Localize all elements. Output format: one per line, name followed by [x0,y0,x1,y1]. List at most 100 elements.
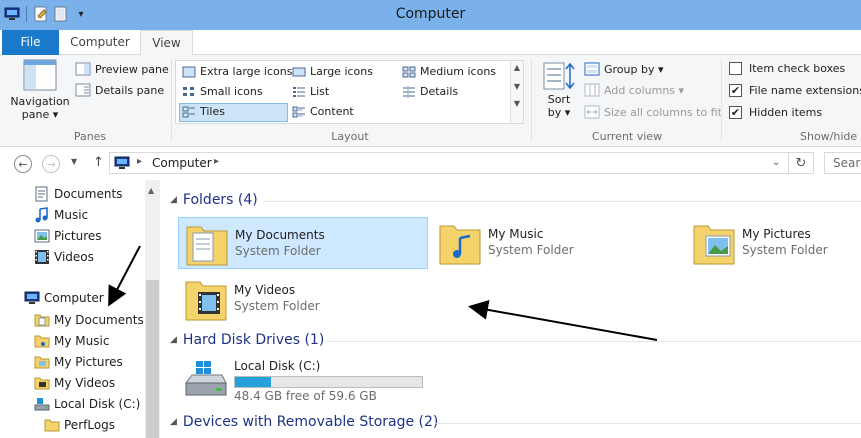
nav-item-label: My Documents [54,313,144,327]
scroll-down-icon[interactable]: ▼ [511,82,523,91]
nav-item-music[interactable]: Music [34,207,88,223]
nav-item-label: Documents [54,187,123,201]
nav-item-local-disk[interactable]: Local Disk (C:) [34,396,140,412]
refresh-icon: ↻ [795,155,807,171]
tile-type: System Folder [488,243,574,257]
layout-list[interactable]: List [292,85,329,98]
size-all-columns-button[interactable]: Size all columns to fit [584,105,722,119]
tab-view[interactable]: View [140,30,193,56]
group-by-icon [584,62,600,76]
navigation-pane-label-1: Navigation [10,95,70,108]
section-title: Devices with Removable Storage (2) [182,414,439,430]
large-icons-icon [292,67,306,76]
drive-usage-fill [235,377,271,387]
drive-usage-bar [234,376,423,388]
list-label: List [310,85,330,98]
layout-extra-large-icons[interactable]: Extra large icons [182,65,292,78]
tile-my-documents[interactable]: My Documents System Folder [178,217,428,269]
nav-item-my-music[interactable]: My Music [34,333,109,349]
section-folders[interactable]: ◢ Folders (4) [170,192,258,208]
preview-pane-label: Preview pane [95,62,169,76]
nav-item-documents[interactable]: Documents [34,186,122,202]
ribbon: Navigation pane ▾ Preview pane Details p… [0,55,861,147]
folder-icon [44,419,60,432]
file-name-extensions-checkbox[interactable]: ✔ [729,84,742,97]
item-check-boxes-checkbox[interactable] [729,62,742,75]
details-icon [403,85,415,98]
computer-icon [24,291,40,304]
add-columns-button[interactable]: Add columns ▾ [584,83,684,97]
tab-file[interactable]: File [2,30,59,55]
sort-by-button[interactable]: Sort by ▾ [540,61,578,119]
tiles-label: Tiles [200,105,225,118]
hidden-items-checkbox[interactable]: ✔ [729,106,742,119]
drive-free-space: 48.4 GB free of 59.6 GB [234,389,377,403]
gallery-more-icon[interactable]: ▼ [511,99,523,108]
layout-gallery: Extra large icons Large icons Medium ico… [175,60,524,124]
scroll-up-icon[interactable]: ▲ [148,186,154,195]
section-hard-disk-drives[interactable]: ◢ Hard Disk Drives (1) [170,332,324,348]
section-removable-storage[interactable]: ◢ Devices with Removable Storage (2) [170,414,438,430]
videos-icon [35,250,49,264]
back-button[interactable]: ← [14,155,32,173]
layout-details[interactable]: Details [402,85,458,98]
nav-item-pictures[interactable]: Pictures [34,228,102,244]
tab-computer[interactable]: Computer [61,30,139,55]
recent-locations-icon[interactable]: ▼ [71,157,77,166]
small-icons-label: Small icons [200,85,263,98]
address-dropdown-icon[interactable]: ⌄ [772,157,780,168]
panes-group-label: Panes [73,130,107,143]
group-by-label: Group by ▾ [604,62,664,76]
navigation-pane-scrollbar[interactable]: ▲ [145,180,160,438]
navigation-pane-button[interactable]: Navigation pane ▾ [8,59,72,121]
details-pane-button[interactable]: Details pane [75,83,164,97]
preview-pane-button[interactable]: Preview pane [75,62,169,76]
sort-by-label-1: Sort [547,93,571,106]
details-pane-label: Details pane [95,83,165,97]
tile-name: Local Disk (C:) [234,359,321,373]
search-input[interactable]: Search Computer [824,152,861,174]
breadcrumb-computer[interactable]: Computer [152,156,212,170]
group-by-button[interactable]: Group by ▾ [584,62,664,76]
nav-item-computer[interactable]: Computer [24,291,104,305]
nav-item-perflogs[interactable]: PerfLogs [44,417,115,433]
item-check-boxes-option[interactable]: Item check boxes [729,62,845,75]
size-all-columns-label: Size all columns to fit [604,105,722,119]
nav-item-label: My Pictures [54,355,123,369]
scroll-up-icon[interactable]: ▲ [511,63,523,72]
nav-item-my-pictures[interactable]: My Pictures [34,354,123,370]
scrollbar-thumb[interactable] [146,280,159,438]
layout-gallery-scroll[interactable]: ▲ ▼ ▼ [510,61,523,123]
details-label: Details [420,85,459,98]
breadcrumb-separator-icon[interactable]: ▸ [137,156,142,167]
layout-tiles[interactable]: Tiles [182,105,225,118]
address-bar[interactable]: ▸ Computer ▸ ⌄ [109,152,814,174]
forward-button[interactable]: → [42,155,60,173]
tile-my-pictures[interactable]: My Pictures System Folder [686,217,861,269]
hidden-items-option[interactable]: ✔ Hidden items [729,106,822,119]
file-name-extensions-option[interactable]: ✔ File name extensions [729,84,861,97]
up-arrow-icon[interactable]: ↑ [93,155,104,170]
layout-large-icons[interactable]: Large icons [292,65,373,78]
nav-item-my-videos[interactable]: My Videos [34,375,115,391]
layout-medium-icons[interactable]: Medium icons [402,65,496,78]
tile-name: My Pictures [742,227,811,241]
nav-item-videos[interactable]: Videos [34,249,94,265]
nav-item-label: Music [54,208,89,222]
content-label: Content [310,105,354,118]
collapse-icon[interactable]: ◢ [170,195,177,205]
breadcrumb-chevron-icon[interactable]: ▸ [214,156,219,167]
content-icon [292,106,305,117]
tile-my-videos[interactable]: My Videos System Folder [178,273,428,325]
tile-type: System Folder [742,243,828,257]
nav-item-my-documents[interactable]: My Documents [34,312,144,328]
add-columns-label: Add columns ▾ [604,83,685,97]
refresh-button[interactable]: ↻ [788,152,814,174]
layout-content[interactable]: Content [292,105,354,118]
folder-documents-icon [34,314,50,327]
collapse-icon[interactable]: ◢ [170,417,177,427]
tile-my-music[interactable]: My Music System Folder [432,217,682,269]
content-area: ◢ Folders (4) My Documents System Folder… [160,180,861,438]
layout-small-icons[interactable]: Small icons [182,85,263,98]
collapse-icon[interactable]: ◢ [170,335,177,345]
